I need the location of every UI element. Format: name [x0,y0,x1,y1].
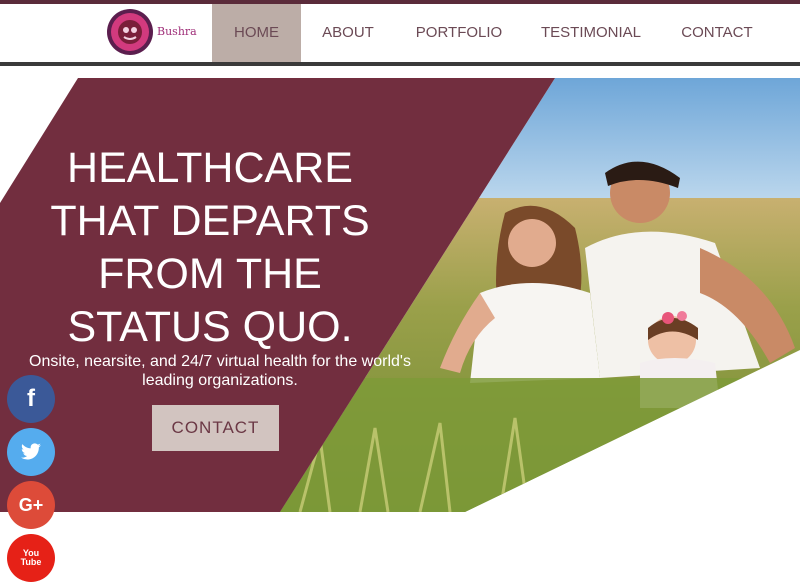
headline-line-1: HEALTHCARE [67,144,353,192]
nav-portfolio[interactable]: PORTFOLIO [405,4,513,62]
brand-name: Bushra [157,25,197,38]
youtube-icon: You Tube [20,548,42,567]
hero-subtext: Onsite, nearsite, and 24/7 virtual healt… [29,353,411,389]
headline-line-4: STATUS QUO. [67,303,353,351]
facebook-button[interactable]: f [7,375,55,423]
brand-logo[interactable] [106,8,154,56]
nav-about[interactable]: ABOUT [311,4,385,62]
facebook-icon: f [27,385,35,412]
headline-line-3: FROM THE [98,250,322,298]
nav-contact[interactable]: CONTACT [672,4,762,62]
contact-button[interactable]: CONTACT [152,405,279,451]
google-plus-icon: G+ [18,494,44,515]
google-plus-button[interactable]: G+ [7,481,55,529]
twitter-icon [21,443,41,460]
twitter-button[interactable] [7,428,55,476]
nav-home[interactable]: HOME [212,4,301,62]
hero-headline: HEALTHCARE THAT DEPARTS FROM THE STATUS … [30,142,390,354]
nav-testimonial[interactable]: TESTIMONIAL [535,4,647,62]
youtube-button[interactable]: You Tube [7,534,55,582]
headline-line-2: THAT DEPARTS [50,197,370,245]
navbar-shadow [0,62,800,66]
